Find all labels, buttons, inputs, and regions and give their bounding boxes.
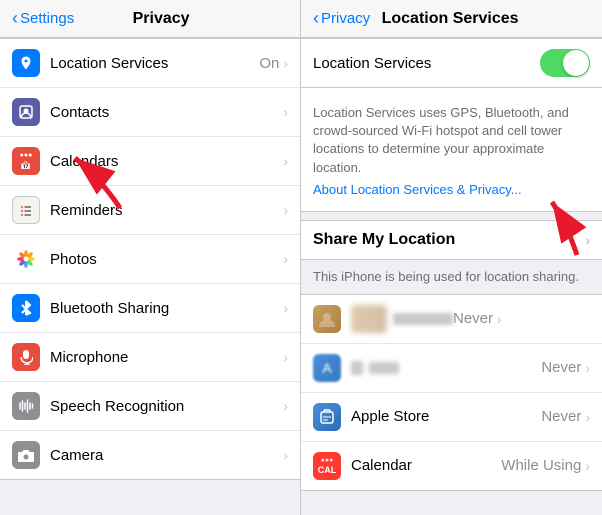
apple-store-name: Apple Store [351, 408, 541, 425]
location-icon [12, 49, 40, 77]
back-chevron-left: ‹ [12, 8, 18, 29]
location-description-block: Location Services uses GPS, Bluetooth, a… [301, 88, 602, 212]
list-item-reminders[interactable]: Reminders › [0, 186, 300, 235]
back-settings-label[interactable]: Settings [20, 10, 74, 27]
share-location-chevron: › [585, 232, 590, 248]
photos-chevron: › [283, 251, 288, 267]
speech-chevron: › [283, 398, 288, 414]
right-nav-title: Location Services [382, 10, 519, 28]
location-services-label: Location Services [50, 55, 259, 72]
contacts-chevron: › [283, 104, 288, 120]
share-location-header[interactable]: Share My Location › [301, 220, 602, 260]
photos-icon [12, 245, 40, 273]
calendars-label: Calendars [50, 153, 283, 170]
share-description: This iPhone is being used for location s… [301, 260, 602, 294]
list-item-camera[interactable]: Camera › [0, 431, 300, 479]
right-nav-panel: ‹ Privacy Location Services [301, 0, 602, 37]
camera-chevron: › [283, 447, 288, 463]
location-description: Location Services uses GPS, Bluetooth, a… [313, 96, 590, 181]
location-link[interactable]: About Location Services & Privacy... [313, 182, 522, 197]
app1-chevron: › [497, 311, 502, 327]
location-chevron: › [283, 55, 288, 71]
nav-bars: ‹ Settings Privacy ‹ Privacy Location Se… [0, 0, 602, 38]
list-item-microphone[interactable]: Microphone › [0, 333, 300, 382]
contacts-icon [12, 98, 40, 126]
camera-icon [12, 441, 40, 469]
left-nav-title: Privacy [133, 10, 190, 28]
speech-icon [12, 392, 40, 420]
back-privacy-label[interactable]: Privacy [321, 10, 370, 27]
back-to-settings[interactable]: ‹ Settings [12, 8, 74, 29]
reminders-icon [12, 196, 40, 224]
list-item-bluetooth[interactable]: Bluetooth Sharing › [0, 284, 300, 333]
reminders-chevron: › [283, 202, 288, 218]
calendar-app-icon: ●●● CAL [313, 452, 341, 480]
calendars-icon: ●●● 📅 [12, 147, 40, 175]
location-services-value: On [259, 55, 279, 72]
microphone-icon [12, 343, 40, 371]
app-permission-list: Never › A Never › [301, 294, 602, 491]
list-item-speech[interactable]: Speech Recognition › [0, 382, 300, 431]
left-panel: Location Services On › Contacts › ●●● [0, 38, 301, 515]
spacer1 [301, 212, 602, 220]
contacts-label: Contacts [50, 104, 283, 121]
right-panel: Location Services Location Services uses… [301, 38, 602, 515]
photos-label: Photos [50, 251, 283, 268]
privacy-list: Location Services On › Contacts › ●●● [0, 38, 300, 480]
camera-label: Camera [50, 447, 283, 464]
app1-permission: Never [453, 310, 493, 327]
list-item-contacts[interactable]: Contacts › [0, 88, 300, 137]
back-chevron-right: ‹ [313, 8, 319, 29]
app2-blurred-text [369, 362, 399, 374]
location-services-toggle-row[interactable]: Location Services [301, 38, 602, 88]
bluetooth-icon [12, 294, 40, 322]
main-content: Location Services On › Contacts › ●●● [0, 38, 602, 515]
list-item-photos[interactable]: Photos › [0, 235, 300, 284]
apple-store-icon [313, 403, 341, 431]
app-item-1[interactable]: Never › [301, 295, 602, 344]
speech-label: Speech Recognition [50, 398, 283, 415]
app2-chevron: › [585, 360, 590, 376]
reminders-label: Reminders [50, 202, 283, 219]
app-item-2[interactable]: A Never › [301, 344, 602, 393]
bluetooth-label: Bluetooth Sharing [50, 300, 283, 317]
app-item-calendar[interactable]: ●●● CAL Calendar While Using › [301, 442, 602, 490]
back-to-privacy[interactable]: ‹ Privacy [313, 8, 370, 29]
calendar-permission: While Using [501, 457, 581, 474]
app2-permission: Never [541, 359, 581, 376]
microphone-chevron: › [283, 349, 288, 365]
left-nav-panel: ‹ Settings Privacy [0, 0, 301, 37]
app1-blurred-text [393, 313, 453, 325]
list-item-calendars[interactable]: ●●● 📅 Calendars › [0, 137, 300, 186]
calendars-chevron: › [283, 153, 288, 169]
apple-store-chevron: › [585, 409, 590, 425]
app1-icon [313, 305, 341, 333]
toggle-knob [563, 50, 589, 76]
app1-blurred-name [351, 305, 387, 333]
calendar-name: Calendar [351, 457, 501, 474]
app-item-apple-store[interactable]: Apple Store Never › [301, 393, 602, 442]
list-item-location-services[interactable]: Location Services On › [0, 39, 300, 88]
apple-store-permission: Never [541, 408, 581, 425]
microphone-label: Microphone [50, 349, 283, 366]
app2-icon: A [313, 354, 341, 382]
share-location-label: Share My Location [313, 231, 455, 249]
location-toggle-label: Location Services [313, 55, 431, 72]
calendar-chevron: › [585, 458, 590, 474]
bluetooth-chevron: › [283, 300, 288, 316]
location-toggle-switch[interactable] [540, 49, 590, 77]
